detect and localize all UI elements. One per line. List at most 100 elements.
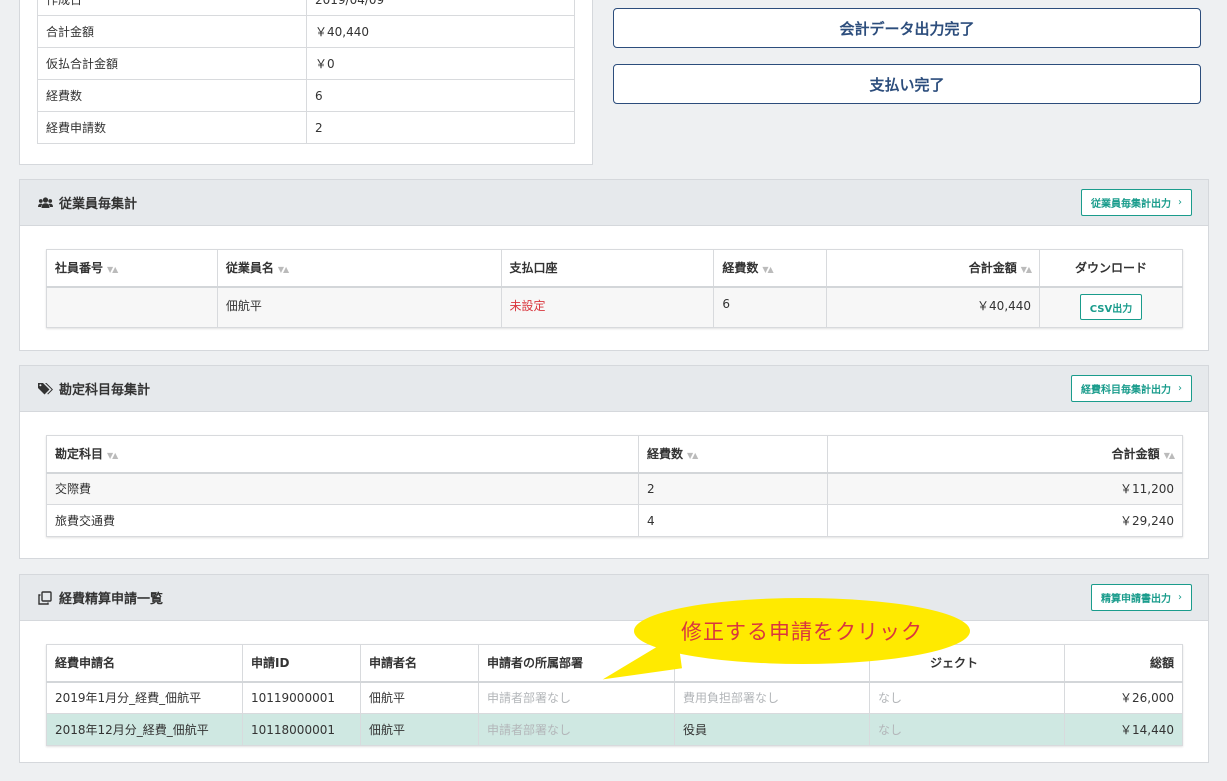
summary-label: 仮払合計金額 xyxy=(37,47,307,80)
cost-department-cell: 費用負担部署なし xyxy=(674,681,870,714)
csv-export-button[interactable]: CSV出力 xyxy=(1079,294,1143,321)
table-row[interactable]: 交際費 2 ￥11,200 xyxy=(46,472,1183,505)
column-header: 申請者名 xyxy=(360,644,479,683)
project-cell: なし xyxy=(869,681,1065,714)
column-header: 申請ID xyxy=(242,644,361,683)
column-header: 支払口座 xyxy=(500,249,715,288)
download-cell: CSV出力 xyxy=(1039,286,1183,328)
sort-icon[interactable]: ▼▲ xyxy=(1164,451,1175,460)
summary-value: 6 xyxy=(306,79,575,112)
report-id-cell: 10118000001 xyxy=(242,713,361,746)
header-label: 勘定科目 xyxy=(55,447,104,462)
summary-label: 作成日 xyxy=(37,0,307,16)
summary-table: 作成日 2019/04/09 合計金額 ￥40,440 仮払合計金額 ￥0 経費… xyxy=(37,0,575,144)
sort-icon[interactable]: ▼▲ xyxy=(107,451,118,460)
panel-title: 従業員毎集計 xyxy=(59,197,138,212)
employee-summary-panel: 従業員毎集計 従業員毎集計出力 › 社員番号 ▼▲ 従業員名 ▼▲ 支払口座 経費数… xyxy=(19,179,1209,351)
account-summary-export-button[interactable]: 経費科目毎集計出力 › xyxy=(1071,375,1192,402)
button-label: 精算申請書出力 xyxy=(1101,594,1171,605)
report-name-cell: 2019年1月分_経費_佃航平 xyxy=(46,681,243,714)
employee-no-cell xyxy=(46,286,218,328)
header-label: 合計金額 xyxy=(968,261,1017,276)
button-label: 経費科目毎集計出力 xyxy=(1081,385,1171,396)
summary-row: 合計金額 ￥40,440 xyxy=(37,15,575,48)
sort-icon[interactable]: ▼▲ xyxy=(762,265,773,274)
table-row[interactable]: 2018年12月分_経費_佃航平 10118000001 佃航平 申請者部署なし… xyxy=(46,713,1183,746)
sort-icon[interactable]: ▼▲ xyxy=(278,265,289,274)
tags-icon xyxy=(37,382,53,396)
header-label: 経費数 xyxy=(722,261,759,276)
cost-department-cell: 役員 xyxy=(674,713,870,746)
summary-label: 合計金額 xyxy=(37,15,307,48)
panel-title: 勘定科目毎集計 xyxy=(59,383,151,398)
panel-header: 勘定科目毎集計 経費科目毎集計出力 › xyxy=(20,366,1208,412)
panel-header: 経費精算申請一覧 精算申請書出力 › xyxy=(20,575,1208,621)
account-summary-panel: 勘定科目毎集計 経費科目毎集計出力 › 勘定科目 ▼▲ 経費数 ▼▲ 合計金額 ▼▲ … xyxy=(19,365,1209,559)
applicant-cell: 佃航平 xyxy=(360,713,479,746)
users-icon xyxy=(37,196,53,210)
summary-value: 2019/04/09 xyxy=(306,0,575,16)
chevron-right-icon: › xyxy=(1178,197,1182,208)
sort-icon[interactable]: ▼▲ xyxy=(687,451,698,460)
total-amount-cell: ￥26,000 xyxy=(1064,681,1183,714)
header-label: 経費数 xyxy=(647,447,684,462)
header-label: 従業員名 xyxy=(225,261,274,276)
sort-icon[interactable]: ▼▲ xyxy=(107,265,118,274)
panel-header: 従業員毎集計 従業員毎集計出力 › xyxy=(20,180,1208,226)
applicant-cell: 佃航平 xyxy=(360,681,479,714)
summary-label: 経費申請数 xyxy=(37,111,307,144)
project-cell: なし xyxy=(869,713,1065,746)
table-header-row: 勘定科目 ▼▲ 経費数 ▼▲ 合計金額 ▼▲ xyxy=(46,435,1183,474)
accounting-export-done-button[interactable]: 会計データ出力完了 xyxy=(613,8,1201,48)
summary-row: 経費数 6 xyxy=(37,79,575,112)
summary-value: ￥0 xyxy=(306,47,575,80)
total-amount-cell: ￥40,440 xyxy=(826,286,1041,328)
chevron-right-icon: › xyxy=(1178,383,1182,394)
summary-value: 2 xyxy=(306,111,575,144)
employee-table: 社員番号 ▼▲ 従業員名 ▼▲ 支払口座 経費数 ▼▲ 合計金額 ▼▲ ダウンロード 佃… xyxy=(46,249,1183,328)
table-row[interactable]: 佃航平 未設定 6 ￥40,440 CSV出力 xyxy=(46,286,1183,328)
employee-name-cell: 佃航平 xyxy=(216,286,502,328)
column-header[interactable]: 合計金額 ▼▲ xyxy=(826,249,1041,288)
summary-row: 経費申請数 2 xyxy=(37,111,575,144)
account-table: 勘定科目 ▼▲ 経費数 ▼▲ 合計金額 ▼▲ 交際費 2 ￥11,200 旅費交通費 … xyxy=(46,435,1183,537)
total-amount-cell: ￥14,440 xyxy=(1064,713,1183,746)
panel-title: 経費精算申請一覧 xyxy=(59,592,164,607)
expense-count-cell: 2 xyxy=(638,472,828,505)
table-row[interactable]: 2019年1月分_経費_佃航平 10119000001 佃航平 申請者部署なし … xyxy=(46,681,1183,714)
column-header[interactable]: 勘定科目 ▼▲ xyxy=(46,435,639,474)
chevron-right-icon: › xyxy=(1178,592,1182,603)
summary-label: 経費数 xyxy=(37,79,307,112)
summary-value: ￥40,440 xyxy=(306,15,575,48)
column-header: 総額 xyxy=(1064,644,1183,683)
payment-done-button[interactable]: 支払い完了 xyxy=(613,64,1201,104)
summary-row: 作成日 2019/04/09 xyxy=(37,0,575,16)
column-header[interactable]: 経費数 ▼▲ xyxy=(638,435,828,474)
column-header[interactable]: 経費数 ▼▲ xyxy=(713,249,828,288)
table-header-row: 社員番号 ▼▲ 従業員名 ▼▲ 支払口座 経費数 ▼▲ 合計金額 ▼▲ ダウンロード xyxy=(46,249,1183,288)
report-id-cell: 10119000001 xyxy=(242,681,361,714)
department-cell: 申請者部署なし xyxy=(478,713,675,746)
button-label: 従業員毎集計出力 xyxy=(1091,199,1171,210)
expense-count-cell: 6 xyxy=(713,286,828,328)
department-cell: 申請者部署なし xyxy=(478,681,675,714)
summary-card: 作成日 2019/04/09 合計金額 ￥40,440 仮払合計金額 ￥0 経費… xyxy=(19,0,593,165)
summary-row: 仮払合計金額 ￥0 xyxy=(37,47,575,80)
column-header[interactable]: 社員番号 ▼▲ xyxy=(46,249,218,288)
account-name-cell: 旅費交通費 xyxy=(46,504,639,537)
report-export-button[interactable]: 精算申請書出力 › xyxy=(1091,584,1192,611)
sort-icon[interactable]: ▼▲ xyxy=(1021,265,1032,274)
total-amount-cell: ￥29,240 xyxy=(827,504,1183,537)
column-header: ダウンロード xyxy=(1039,249,1183,288)
total-amount-cell: ￥11,200 xyxy=(827,472,1183,505)
account-name-cell: 交際費 xyxy=(46,472,639,505)
copy-icon xyxy=(37,590,53,605)
header-label: 社員番号 xyxy=(55,261,104,276)
report-name-cell: 2018年12月分_経費_佃航平 xyxy=(46,713,243,746)
column-header[interactable]: 従業員名 ▼▲ xyxy=(216,249,502,288)
table-row[interactable]: 旅費交通費 4 ￥29,240 xyxy=(46,504,1183,537)
column-header[interactable]: 合計金額 ▼▲ xyxy=(827,435,1183,474)
column-header: 経費申請名 xyxy=(46,644,243,683)
annotation-callout: 修正する申請をクリック xyxy=(634,598,970,664)
employee-summary-export-button[interactable]: 従業員毎集計出力 › xyxy=(1081,189,1192,216)
